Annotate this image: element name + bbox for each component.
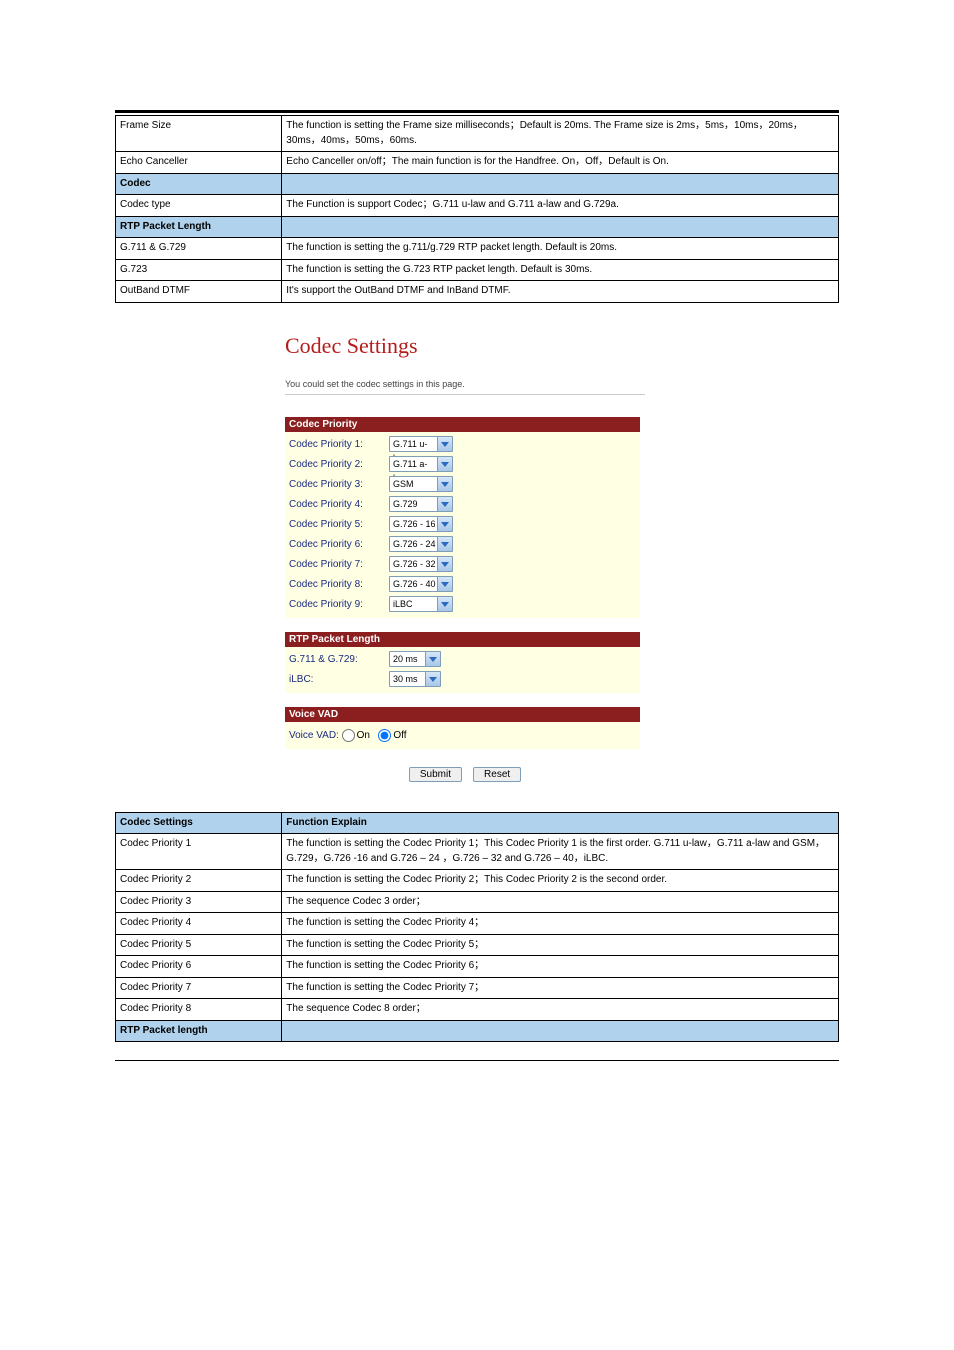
codec-priority-8-select[interactable]: G.726 - 40 — [389, 576, 453, 592]
codec-priority-6-select[interactable]: G.726 - 24 — [389, 536, 453, 552]
embedded-screenshot: Codec Settings You could set the codec s… — [285, 333, 645, 782]
codec-priority-1-select[interactable]: G.711 u-law — [389, 436, 453, 452]
cell-k: Frame Size — [116, 116, 282, 152]
submit-button[interactable]: Submit — [409, 767, 462, 782]
table-upper: Frame SizeThe function is setting the Fr… — [115, 115, 839, 303]
codec-priority-9-select[interactable]: iLBC — [389, 596, 453, 612]
page-title: Codec Settings — [285, 333, 645, 359]
rtp-g711-g729-select[interactable]: 20 ms — [389, 651, 441, 667]
codec-priority-4-select[interactable]: G.729 — [389, 496, 453, 512]
table-lower: Codec SettingsFunction Explain Codec Pri… — [115, 812, 839, 1043]
section-voice-vad: Voice VAD — [285, 707, 640, 722]
page-subtitle: You could set the codec settings in this… — [285, 379, 645, 389]
cell-v: The function is setting the Frame size m… — [282, 116, 839, 152]
voice-vad-on-radio[interactable] — [342, 729, 355, 742]
codec-priority-5-select[interactable]: G.726 - 16 — [389, 516, 453, 532]
voice-vad-off-radio[interactable] — [378, 729, 391, 742]
section-codec-priority: Codec Priority — [285, 417, 640, 432]
codec-priority-2-select[interactable]: G.711 a-law — [389, 456, 453, 472]
codec-priority-7-select[interactable]: G.726 - 32 — [389, 556, 453, 572]
rtp-ilbc-select[interactable]: 30 ms — [389, 671, 441, 687]
codec-priority-3-select[interactable]: GSM — [389, 476, 453, 492]
section-rtp: RTP Packet Length — [285, 632, 640, 647]
reset-button[interactable]: Reset — [473, 767, 521, 782]
priority-row: Codec Priority 1:G.711 u-law — [289, 435, 640, 455]
